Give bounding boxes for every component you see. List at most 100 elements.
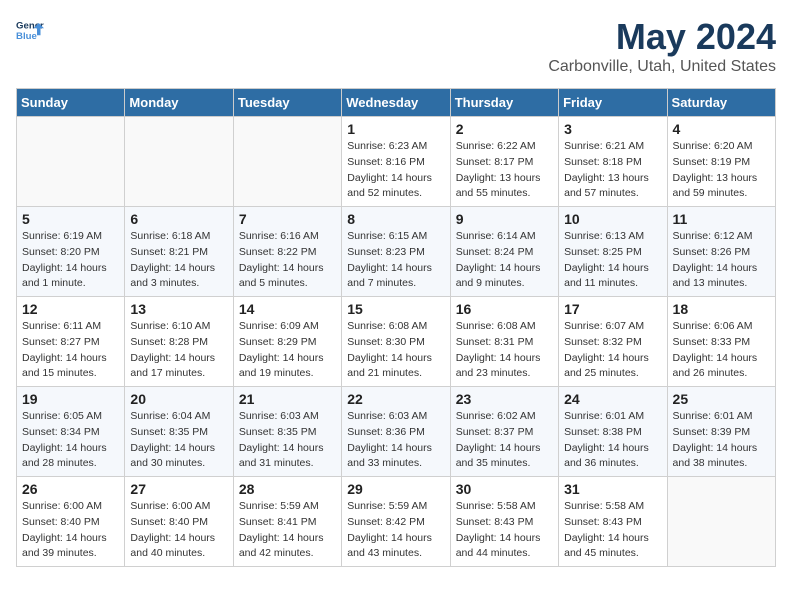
day-number: 3 bbox=[564, 121, 661, 137]
weekday-header-cell: Saturday bbox=[667, 89, 775, 117]
day-info: Sunrise: 6:06 AMSunset: 8:33 PMDaylight:… bbox=[673, 319, 770, 382]
day-number: 30 bbox=[456, 481, 553, 497]
calendar-day-cell: 8 Sunrise: 6:15 AMSunset: 8:23 PMDaylight… bbox=[342, 207, 450, 297]
day-number: 21 bbox=[239, 391, 336, 407]
calendar-day-cell: 18 Sunrise: 6:06 AMSunset: 8:33 PMDayligh… bbox=[667, 297, 775, 387]
day-info: Sunrise: 6:01 AMSunset: 8:39 PMDaylight:… bbox=[673, 409, 770, 472]
day-number: 7 bbox=[239, 211, 336, 227]
calendar-day-cell: 2 Sunrise: 6:22 AMSunset: 8:17 PMDaylight… bbox=[450, 117, 558, 207]
day-info: Sunrise: 6:23 AMSunset: 8:16 PMDaylight:… bbox=[347, 139, 444, 202]
calendar-week-row: 12Sunrise: 6:11 AMSunset: 8:27 PMDayligh… bbox=[17, 297, 776, 387]
day-number: 29 bbox=[347, 481, 444, 497]
day-number: 1 bbox=[347, 121, 444, 137]
day-info: Sunrise: 6:13 AMSunset: 8:25 PMDaylight:… bbox=[564, 229, 661, 292]
logo-icon: General Blue bbox=[16, 16, 44, 44]
day-number: 14 bbox=[239, 301, 336, 317]
calendar-day-cell: 10 Sunrise: 6:13 AMSunset: 8:25 PMDayligh… bbox=[559, 207, 667, 297]
calendar-week-row: 5 Sunrise: 6:19 AMSunset: 8:20 PMDaylight… bbox=[17, 207, 776, 297]
day-number: 28 bbox=[239, 481, 336, 497]
calendar-day-cell: 24 Sunrise: 6:01 AMSunset: 8:38 PMDayligh… bbox=[559, 387, 667, 477]
weekday-header-row: SundayMondayTuesdayWednesdayThursdayFrid… bbox=[17, 89, 776, 117]
page-header: General Blue May 2024 Carbonville, Utah,… bbox=[16, 16, 776, 76]
calendar-day-cell: 1 Sunrise: 6:23 AMSunset: 8:16 PMDaylight… bbox=[342, 117, 450, 207]
day-number: 24 bbox=[564, 391, 661, 407]
calendar-week-row: 1 Sunrise: 6:23 AMSunset: 8:16 PMDaylight… bbox=[17, 117, 776, 207]
day-number: 16 bbox=[456, 301, 553, 317]
calendar-day-cell: 29 Sunrise: 5:59 AMSunset: 8:42 PMDayligh… bbox=[342, 477, 450, 567]
day-info: Sunrise: 6:00 AMSunset: 8:40 PMDaylight:… bbox=[130, 499, 227, 562]
day-info: Sunrise: 6:11 AMSunset: 8:27 PMDaylight:… bbox=[22, 319, 119, 382]
day-number: 23 bbox=[456, 391, 553, 407]
day-number: 2 bbox=[456, 121, 553, 137]
day-number: 19 bbox=[22, 391, 119, 407]
day-info: Sunrise: 6:12 AMSunset: 8:26 PMDaylight:… bbox=[673, 229, 770, 292]
weekday-header-cell: Thursday bbox=[450, 89, 558, 117]
logo: General Blue bbox=[16, 16, 44, 44]
month-title: May 2024 bbox=[548, 16, 776, 58]
day-number: 15 bbox=[347, 301, 444, 317]
day-info: Sunrise: 6:00 AMSunset: 8:40 PMDaylight:… bbox=[22, 499, 119, 562]
calendar-day-cell: 22 Sunrise: 6:03 AMSunset: 8:36 PMDayligh… bbox=[342, 387, 450, 477]
calendar-day-cell: 3 Sunrise: 6:21 AMSunset: 8:18 PMDaylight… bbox=[559, 117, 667, 207]
day-number: 5 bbox=[22, 211, 119, 227]
title-block: May 2024 Carbonville, Utah, United State… bbox=[548, 16, 776, 76]
day-info: Sunrise: 5:59 AMSunset: 8:42 PMDaylight:… bbox=[347, 499, 444, 562]
calendar-day-cell: 7 Sunrise: 6:16 AMSunset: 8:22 PMDaylight… bbox=[233, 207, 341, 297]
day-info: Sunrise: 6:02 AMSunset: 8:37 PMDaylight:… bbox=[456, 409, 553, 472]
day-info: Sunrise: 6:09 AMSunset: 8:29 PMDaylight:… bbox=[239, 319, 336, 382]
location-title: Carbonville, Utah, United States bbox=[548, 58, 776, 76]
day-info: Sunrise: 6:03 AMSunset: 8:36 PMDaylight:… bbox=[347, 409, 444, 472]
calendar-day-cell: 19 Sunrise: 6:05 AMSunset: 8:34 PMDayligh… bbox=[17, 387, 125, 477]
calendar-day-cell: 12Sunrise: 6:11 AMSunset: 8:27 PMDayligh… bbox=[17, 297, 125, 387]
day-info: Sunrise: 6:21 AMSunset: 8:18 PMDaylight:… bbox=[564, 139, 661, 202]
day-info: Sunrise: 6:04 AMSunset: 8:35 PMDaylight:… bbox=[130, 409, 227, 472]
calendar-day-cell: 9 Sunrise: 6:14 AMSunset: 8:24 PMDaylight… bbox=[450, 207, 558, 297]
calendar-day-cell bbox=[17, 117, 125, 207]
day-info: Sunrise: 6:01 AMSunset: 8:38 PMDaylight:… bbox=[564, 409, 661, 472]
calendar-week-row: 26 Sunrise: 6:00 AMSunset: 8:40 PMDayligh… bbox=[17, 477, 776, 567]
day-number: 22 bbox=[347, 391, 444, 407]
calendar-day-cell: 20 Sunrise: 6:04 AMSunset: 8:35 PMDayligh… bbox=[125, 387, 233, 477]
calendar-day-cell: 16 Sunrise: 6:08 AMSunset: 8:31 PMDayligh… bbox=[450, 297, 558, 387]
day-info: Sunrise: 6:22 AMSunset: 8:17 PMDaylight:… bbox=[456, 139, 553, 202]
day-number: 8 bbox=[347, 211, 444, 227]
calendar-day-cell: 21Sunrise: 6:03 AMSunset: 8:35 PMDayligh… bbox=[233, 387, 341, 477]
weekday-header-cell: Monday bbox=[125, 89, 233, 117]
calendar-day-cell bbox=[667, 477, 775, 567]
weekday-header-cell: Friday bbox=[559, 89, 667, 117]
day-info: Sunrise: 5:58 AMSunset: 8:43 PMDaylight:… bbox=[564, 499, 661, 562]
day-info: Sunrise: 5:59 AMSunset: 8:41 PMDaylight:… bbox=[239, 499, 336, 562]
calendar-day-cell: 11 Sunrise: 6:12 AMSunset: 8:26 PMDayligh… bbox=[667, 207, 775, 297]
day-number: 9 bbox=[456, 211, 553, 227]
day-number: 17 bbox=[564, 301, 661, 317]
day-info: Sunrise: 6:10 AMSunset: 8:28 PMDaylight:… bbox=[130, 319, 227, 382]
calendar-day-cell: 5 Sunrise: 6:19 AMSunset: 8:20 PMDaylight… bbox=[17, 207, 125, 297]
day-number: 31 bbox=[564, 481, 661, 497]
calendar-day-cell: 23 Sunrise: 6:02 AMSunset: 8:37 PMDayligh… bbox=[450, 387, 558, 477]
day-number: 25 bbox=[673, 391, 770, 407]
day-number: 18 bbox=[673, 301, 770, 317]
day-info: Sunrise: 6:19 AMSunset: 8:20 PMDaylight:… bbox=[22, 229, 119, 292]
day-info: Sunrise: 6:16 AMSunset: 8:22 PMDaylight:… bbox=[239, 229, 336, 292]
day-number: 6 bbox=[130, 211, 227, 227]
weekday-header-cell: Wednesday bbox=[342, 89, 450, 117]
day-info: Sunrise: 6:05 AMSunset: 8:34 PMDaylight:… bbox=[22, 409, 119, 472]
day-number: 10 bbox=[564, 211, 661, 227]
calendar-day-cell bbox=[233, 117, 341, 207]
calendar-table: SundayMondayTuesdayWednesdayThursdayFrid… bbox=[16, 88, 776, 567]
day-info: Sunrise: 6:14 AMSunset: 8:24 PMDaylight:… bbox=[456, 229, 553, 292]
weekday-header-cell: Sunday bbox=[17, 89, 125, 117]
calendar-day-cell: 15 Sunrise: 6:08 AMSunset: 8:30 PMDayligh… bbox=[342, 297, 450, 387]
day-info: Sunrise: 6:15 AMSunset: 8:23 PMDaylight:… bbox=[347, 229, 444, 292]
day-info: Sunrise: 6:07 AMSunset: 8:32 PMDaylight:… bbox=[564, 319, 661, 382]
calendar-day-cell: 30Sunrise: 5:58 AMSunset: 8:43 PMDayligh… bbox=[450, 477, 558, 567]
day-info: Sunrise: 6:08 AMSunset: 8:31 PMDaylight:… bbox=[456, 319, 553, 382]
day-info: Sunrise: 6:18 AMSunset: 8:21 PMDaylight:… bbox=[130, 229, 227, 292]
day-info: Sunrise: 6:08 AMSunset: 8:30 PMDaylight:… bbox=[347, 319, 444, 382]
day-number: 11 bbox=[673, 211, 770, 227]
calendar-day-cell: 13Sunrise: 6:10 AMSunset: 8:28 PMDayligh… bbox=[125, 297, 233, 387]
calendar-day-cell: 27Sunrise: 6:00 AMSunset: 8:40 PMDayligh… bbox=[125, 477, 233, 567]
calendar-day-cell: 28 Sunrise: 5:59 AMSunset: 8:41 PMDayligh… bbox=[233, 477, 341, 567]
day-number: 20 bbox=[130, 391, 227, 407]
day-number: 26 bbox=[22, 481, 119, 497]
